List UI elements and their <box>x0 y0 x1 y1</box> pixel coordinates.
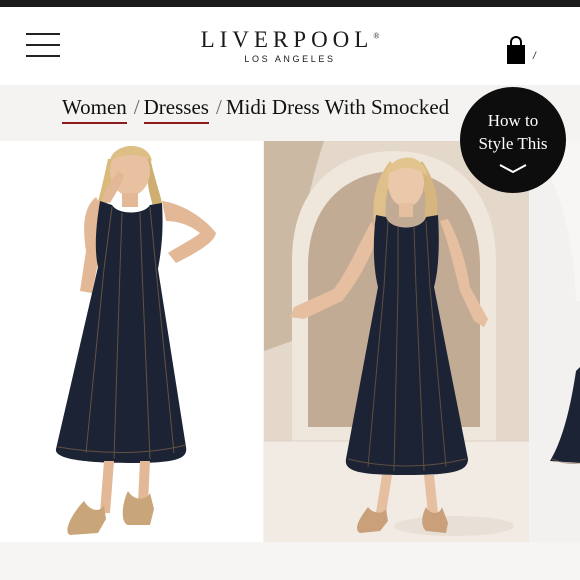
lifestyle-scene-illustration <box>264 141 529 542</box>
breadcrumb-current-product: Midi Dress With Smocked <box>225 95 450 119</box>
page-footer-area <box>0 542 580 580</box>
style-button-line1: How to <box>487 111 539 130</box>
breadcrumb-dresses[interactable]: Dresses <box>143 97 209 124</box>
brand-name: LIVERPOOL <box>200 27 374 52</box>
product-image-lifestyle[interactable] <box>264 141 529 542</box>
brand-logo[interactable]: LIVERPOOL® LOS ANGELES <box>0 27 580 64</box>
brand-location: LOS ANGELES <box>244 54 336 64</box>
product-image-next-partial[interactable] <box>530 141 580 542</box>
breadcrumb-separator: / <box>215 95 222 119</box>
breadcrumb-women[interactable]: Women <box>62 97 127 124</box>
bag-count: / <box>533 51 536 62</box>
how-to-style-this-button[interactable]: How to Style This <box>460 87 566 193</box>
chevron-down-icon <box>499 164 527 174</box>
shopping-bag-icon[interactable] <box>505 35 527 65</box>
site-header: LIVERPOOL® LOS ANGELES / <box>0 7 580 85</box>
breadcrumb-separator: / <box>133 95 140 119</box>
partial-model-illustration <box>530 141 580 542</box>
breadcrumb: Women / Dresses / Midi Dress With Smocked <box>62 95 449 124</box>
product-image-front[interactable] <box>0 141 263 542</box>
model-illustration <box>0 141 263 542</box>
style-button-line2: Style This <box>478 134 548 153</box>
trademark-symbol: ® <box>373 31 380 41</box>
top-accent-bar <box>0 0 580 7</box>
